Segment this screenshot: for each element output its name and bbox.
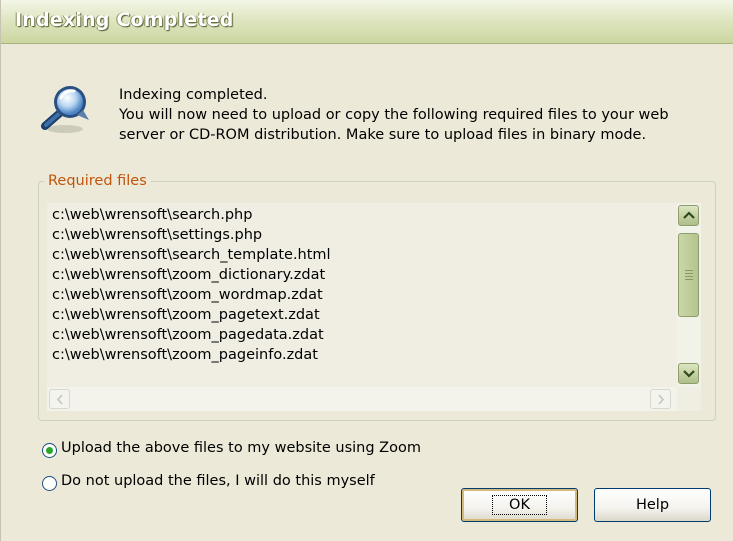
- horizontal-scrollbar[interactable]: [47, 387, 677, 411]
- list-item[interactable]: c:\web\wrensoft\search.php: [52, 205, 331, 225]
- no-upload-radio[interactable]: [42, 476, 57, 491]
- list-item[interactable]: c:\web\wrensoft\search_template.html: [52, 245, 331, 265]
- vertical-scrollbar[interactable]: [677, 203, 701, 387]
- message-line-1: Indexing completed.: [119, 87, 268, 103]
- ok-button[interactable]: OK: [461, 488, 578, 522]
- ok-button-label: OK: [492, 495, 547, 515]
- scrollbar-corner: [677, 387, 701, 411]
- list-item[interactable]: c:\web\wrensoft\zoom_pagetext.zdat: [52, 305, 331, 325]
- message-line-2: You will now need to upload or copy the …: [119, 107, 669, 123]
- help-button-label: Help: [635, 497, 670, 513]
- radio-selected-dot: [46, 447, 53, 454]
- magnifier-icon: [37, 80, 93, 136]
- upload-radio-label[interactable]: Upload the above files to my website usi…: [61, 440, 421, 456]
- window-title: Indexing Completed: [15, 9, 234, 31]
- chevron-left-icon: [56, 394, 63, 405]
- no-upload-radio-label[interactable]: Do not upload the files, I will do this …: [61, 473, 375, 489]
- scroll-up-button[interactable]: [678, 205, 699, 226]
- scroll-thumb[interactable]: [678, 233, 699, 317]
- chevron-right-icon: [658, 394, 665, 405]
- title-bar[interactable]: Indexing Completed: [1, 0, 733, 44]
- required-files-list[interactable]: c:\web\wrensoft\search.php c:\web\wrenso…: [47, 203, 701, 411]
- chevron-down-icon: [683, 370, 695, 378]
- indexing-completed-dialog: Indexing Completed Indexing completed. Y…: [0, 0, 733, 541]
- chevron-up-icon: [683, 211, 695, 219]
- message-line-3: server or CD-ROM distribution. Make sure…: [119, 127, 647, 143]
- scroll-left-button[interactable]: [49, 389, 70, 409]
- message-text: Indexing completed. You will now need to…: [119, 85, 669, 145]
- required-files-legend: Required files: [44, 173, 151, 189]
- list-item[interactable]: c:\web\wrensoft\zoom_pageinfo.zdat: [52, 345, 331, 365]
- list-item[interactable]: c:\web\wrensoft\zoom_wordmap.zdat: [52, 285, 331, 305]
- scroll-right-button[interactable]: [650, 389, 671, 409]
- help-button[interactable]: Help: [594, 488, 711, 522]
- list-item[interactable]: c:\web\wrensoft\settings.php: [52, 225, 331, 245]
- upload-radio[interactable]: [42, 443, 57, 458]
- file-list-content: c:\web\wrensoft\search.php c:\web\wrenso…: [52, 205, 331, 365]
- list-item[interactable]: c:\web\wrensoft\zoom_pagedata.zdat: [52, 325, 331, 345]
- list-item[interactable]: c:\web\wrensoft\zoom_dictionary.zdat: [52, 265, 331, 285]
- scroll-down-button[interactable]: [678, 363, 699, 384]
